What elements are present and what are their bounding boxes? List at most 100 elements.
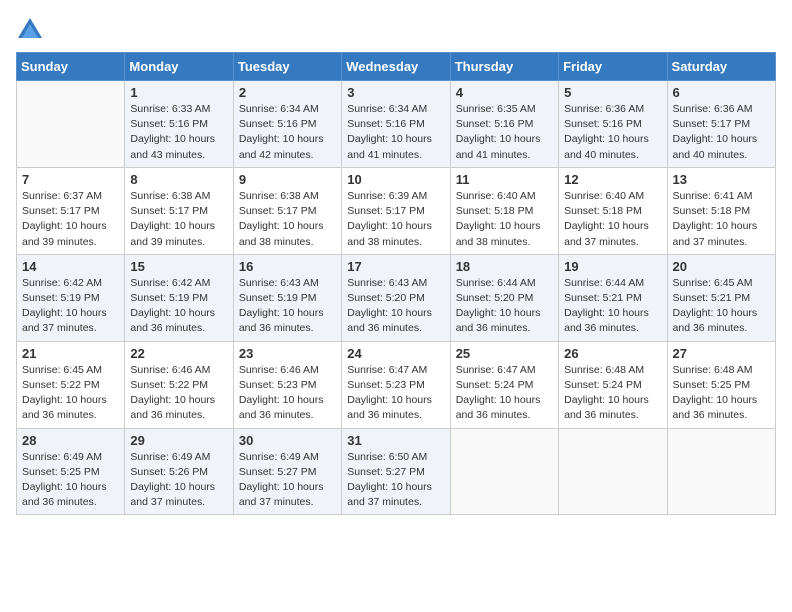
- day-number: 1: [130, 85, 227, 100]
- day-info: Sunrise: 6:47 AM Sunset: 5:24 PM Dayligh…: [456, 363, 553, 424]
- logo-icon: [16, 16, 44, 44]
- day-info: Sunrise: 6:45 AM Sunset: 5:21 PM Dayligh…: [673, 276, 770, 337]
- day-number: 16: [239, 259, 336, 274]
- day-cell: [667, 428, 775, 515]
- day-number: 22: [130, 346, 227, 361]
- day-info: Sunrise: 6:38 AM Sunset: 5:17 PM Dayligh…: [239, 189, 336, 250]
- day-number: 10: [347, 172, 444, 187]
- day-info: Sunrise: 6:49 AM Sunset: 5:27 PM Dayligh…: [239, 450, 336, 511]
- day-number: 29: [130, 433, 227, 448]
- day-info: Sunrise: 6:37 AM Sunset: 5:17 PM Dayligh…: [22, 189, 119, 250]
- day-cell: 25 Sunrise: 6:47 AM Sunset: 5:24 PM Dayli…: [450, 341, 558, 428]
- day-cell: [450, 428, 558, 515]
- day-number: 21: [22, 346, 119, 361]
- day-info: Sunrise: 6:42 AM Sunset: 5:19 PM Dayligh…: [22, 276, 119, 337]
- day-number: 19: [564, 259, 661, 274]
- day-cell: 8Sunrise: 6:38 AM Sunset: 5:17 PM Daylig…: [125, 167, 233, 254]
- day-number: 4: [456, 85, 553, 100]
- day-number: 28: [22, 433, 119, 448]
- day-number: 15: [130, 259, 227, 274]
- day-number: 17: [347, 259, 444, 274]
- day-info: Sunrise: 6:44 AM Sunset: 5:21 PM Dayligh…: [564, 276, 661, 337]
- day-header-wednesday: Wednesday: [342, 53, 450, 81]
- day-info: Sunrise: 6:43 AM Sunset: 5:20 PM Dayligh…: [347, 276, 444, 337]
- day-cell: 29 Sunrise: 6:49 AM Sunset: 5:26 PM Dayli…: [125, 428, 233, 515]
- day-cell: 13Sunrise: 6:41 AM Sunset: 5:18 PM Dayli…: [667, 167, 775, 254]
- calendar-table: SundayMondayTuesdayWednesdayThursdayFrid…: [16, 52, 776, 515]
- day-cell: 12 Sunrise: 6:40 AM Sunset: 5:18 PM Dayli…: [559, 167, 667, 254]
- header: [16, 16, 776, 44]
- day-cell: 21 Sunrise: 6:45 AM Sunset: 5:22 PM Dayli…: [17, 341, 125, 428]
- day-info: Sunrise: 6:49 AM Sunset: 5:25 PM Dayligh…: [22, 450, 119, 511]
- day-cell: 28 Sunrise: 6:49 AM Sunset: 5:25 PM Dayli…: [17, 428, 125, 515]
- day-number: 23: [239, 346, 336, 361]
- week-row-4: 28 Sunrise: 6:49 AM Sunset: 5:25 PM Dayli…: [17, 428, 776, 515]
- day-cell: 20 Sunrise: 6:45 AM Sunset: 5:21 PM Dayli…: [667, 254, 775, 341]
- day-cell: 30Sunrise: 6:49 AM Sunset: 5:27 PM Dayli…: [233, 428, 341, 515]
- day-info: Sunrise: 6:40 AM Sunset: 5:18 PM Dayligh…: [564, 189, 661, 250]
- day-cell: 11 Sunrise: 6:40 AM Sunset: 5:18 PM Dayli…: [450, 167, 558, 254]
- day-info: Sunrise: 6:39 AM Sunset: 5:17 PM Dayligh…: [347, 189, 444, 250]
- day-number: 3: [347, 85, 444, 100]
- week-row-2: 14 Sunrise: 6:42 AM Sunset: 5:19 PM Dayli…: [17, 254, 776, 341]
- day-info: Sunrise: 6:48 AM Sunset: 5:25 PM Dayligh…: [673, 363, 770, 424]
- day-number: 6: [673, 85, 770, 100]
- day-info: Sunrise: 6:50 AM Sunset: 5:27 PM Dayligh…: [347, 450, 444, 511]
- day-number: 31: [347, 433, 444, 448]
- day-header-tuesday: Tuesday: [233, 53, 341, 81]
- day-cell: 18 Sunrise: 6:44 AM Sunset: 5:20 PM Dayli…: [450, 254, 558, 341]
- day-cell: 26 Sunrise: 6:48 AM Sunset: 5:24 PM Dayli…: [559, 341, 667, 428]
- day-info: Sunrise: 6:43 AM Sunset: 5:19 PM Dayligh…: [239, 276, 336, 337]
- day-cell: [17, 81, 125, 168]
- day-cell: 23 Sunrise: 6:46 AM Sunset: 5:23 PM Dayli…: [233, 341, 341, 428]
- day-cell: 9 Sunrise: 6:38 AM Sunset: 5:17 PM Daylig…: [233, 167, 341, 254]
- day-cell: [559, 428, 667, 515]
- day-cell: 2Sunrise: 6:34 AM Sunset: 5:16 PM Daylig…: [233, 81, 341, 168]
- day-info: Sunrise: 6:40 AM Sunset: 5:18 PM Dayligh…: [456, 189, 553, 250]
- day-info: Sunrise: 6:46 AM Sunset: 5:23 PM Dayligh…: [239, 363, 336, 424]
- day-info: Sunrise: 6:44 AM Sunset: 5:20 PM Dayligh…: [456, 276, 553, 337]
- day-info: Sunrise: 6:45 AM Sunset: 5:22 PM Dayligh…: [22, 363, 119, 424]
- day-cell: 17 Sunrise: 6:43 AM Sunset: 5:20 PM Dayli…: [342, 254, 450, 341]
- day-cell: 5Sunrise: 6:36 AM Sunset: 5:16 PM Daylig…: [559, 81, 667, 168]
- day-cell: 19 Sunrise: 6:44 AM Sunset: 5:21 PM Dayli…: [559, 254, 667, 341]
- day-number: 9: [239, 172, 336, 187]
- day-cell: 15 Sunrise: 6:42 AM Sunset: 5:19 PM Dayli…: [125, 254, 233, 341]
- day-number: 2: [239, 85, 336, 100]
- day-info: Sunrise: 6:38 AM Sunset: 5:17 PM Dayligh…: [130, 189, 227, 250]
- day-number: 24: [347, 346, 444, 361]
- week-row-3: 21 Sunrise: 6:45 AM Sunset: 5:22 PM Dayli…: [17, 341, 776, 428]
- day-info: Sunrise: 6:42 AM Sunset: 5:19 PM Dayligh…: [130, 276, 227, 337]
- day-header-monday: Monday: [125, 53, 233, 81]
- day-info: Sunrise: 6:34 AM Sunset: 5:16 PM Dayligh…: [347, 102, 444, 163]
- day-number: 26: [564, 346, 661, 361]
- day-header-saturday: Saturday: [667, 53, 775, 81]
- day-number: 20: [673, 259, 770, 274]
- calendar-body: 1 Sunrise: 6:33 AM Sunset: 5:16 PM Daylig…: [17, 81, 776, 515]
- day-info: Sunrise: 6:36 AM Sunset: 5:16 PM Dayligh…: [564, 102, 661, 163]
- day-number: 11: [456, 172, 553, 187]
- day-number: 7: [22, 172, 119, 187]
- calendar-header-row: SundayMondayTuesdayWednesdayThursdayFrid…: [17, 53, 776, 81]
- week-row-0: 1 Sunrise: 6:33 AM Sunset: 5:16 PM Daylig…: [17, 81, 776, 168]
- day-info: Sunrise: 6:33 AM Sunset: 5:16 PM Dayligh…: [130, 102, 227, 163]
- day-cell: 1 Sunrise: 6:33 AM Sunset: 5:16 PM Daylig…: [125, 81, 233, 168]
- day-info: Sunrise: 6:35 AM Sunset: 5:16 PM Dayligh…: [456, 102, 553, 163]
- day-number: 14: [22, 259, 119, 274]
- day-cell: 24Sunrise: 6:47 AM Sunset: 5:23 PM Dayli…: [342, 341, 450, 428]
- day-cell: 6 Sunrise: 6:36 AM Sunset: 5:17 PM Daylig…: [667, 81, 775, 168]
- day-header-sunday: Sunday: [17, 53, 125, 81]
- day-number: 12: [564, 172, 661, 187]
- day-cell: 4 Sunrise: 6:35 AM Sunset: 5:16 PM Daylig…: [450, 81, 558, 168]
- day-header-friday: Friday: [559, 53, 667, 81]
- day-info: Sunrise: 6:49 AM Sunset: 5:26 PM Dayligh…: [130, 450, 227, 511]
- day-number: 18: [456, 259, 553, 274]
- day-cell: 22 Sunrise: 6:46 AM Sunset: 5:22 PM Dayli…: [125, 341, 233, 428]
- day-header-thursday: Thursday: [450, 53, 558, 81]
- day-info: Sunrise: 6:36 AM Sunset: 5:17 PM Dayligh…: [673, 102, 770, 163]
- day-number: 25: [456, 346, 553, 361]
- day-info: Sunrise: 6:46 AM Sunset: 5:22 PM Dayligh…: [130, 363, 227, 424]
- day-cell: 7 Sunrise: 6:37 AM Sunset: 5:17 PM Daylig…: [17, 167, 125, 254]
- day-cell: 31 Sunrise: 6:50 AM Sunset: 5:27 PM Dayli…: [342, 428, 450, 515]
- day-info: Sunrise: 6:48 AM Sunset: 5:24 PM Dayligh…: [564, 363, 661, 424]
